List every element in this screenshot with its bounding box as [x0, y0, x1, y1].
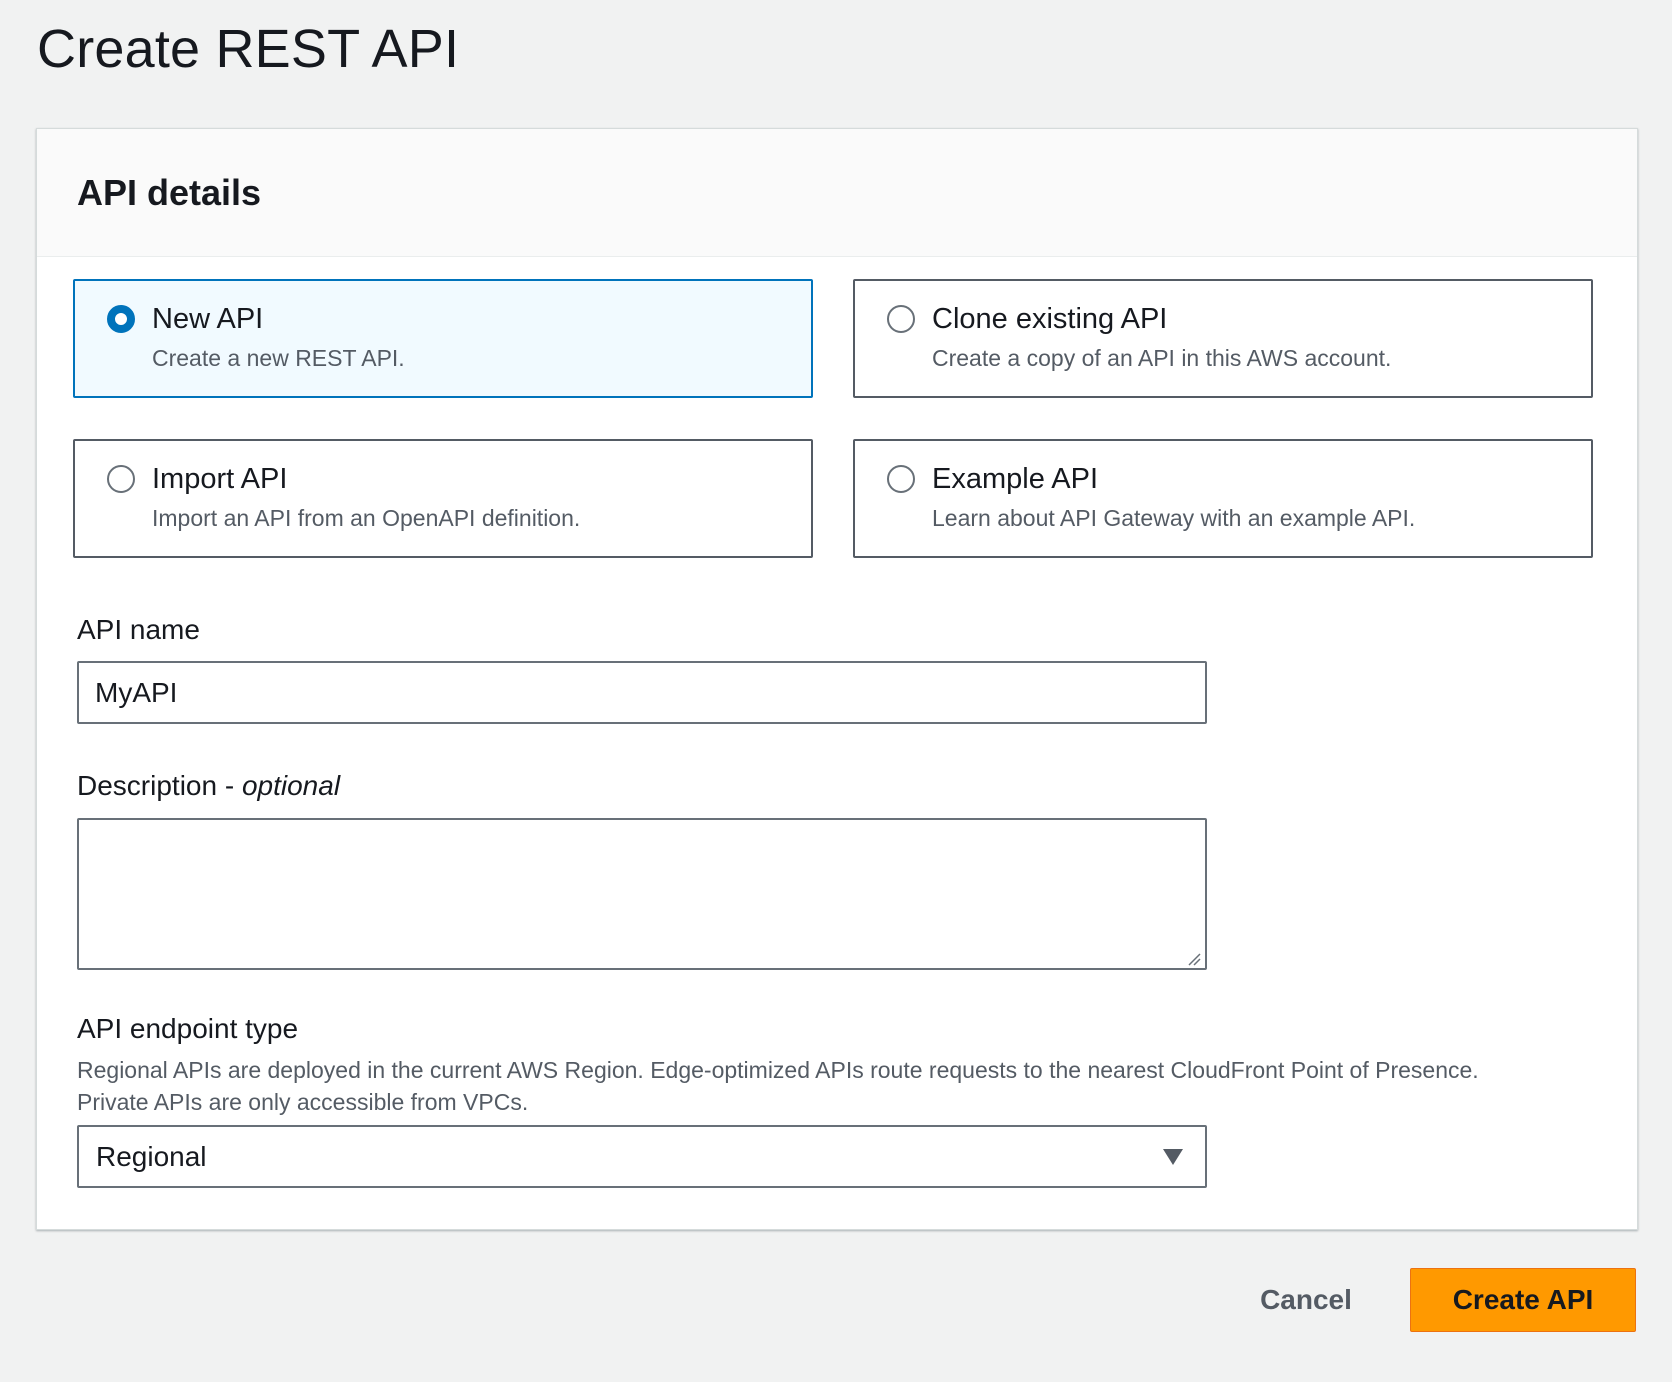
endpoint-type-help: Regional APIs are deployed in the curren…: [77, 1054, 1577, 1118]
optional-tag: optional: [241, 770, 341, 801]
option-title: Clone existing API: [932, 303, 1168, 335]
caret-down-icon: [1163, 1149, 1183, 1165]
option-example-api[interactable]: Example API Learn about API Gateway with…: [853, 439, 1593, 558]
create-api-button[interactable]: Create API: [1410, 1268, 1636, 1332]
option-description: Import an API from an OpenAPI definition…: [152, 505, 581, 531]
option-description: Learn about API Gateway with an example …: [932, 505, 1416, 531]
description-label-text: Description -: [77, 770, 235, 801]
option-title: Example API: [932, 463, 1099, 495]
api-name-label: API name: [77, 614, 200, 645]
page-title: Create REST API: [37, 19, 460, 79]
panel-title: API details: [77, 171, 262, 213]
option-description: Create a new REST API.: [152, 345, 405, 371]
api-details-panel: API details New API Create a new REST AP…: [36, 128, 1638, 1230]
option-import-api[interactable]: Import API Import an API from an OpenAPI…: [73, 439, 813, 558]
option-title: New API: [152, 303, 264, 335]
option-new-api[interactable]: New API Create a new REST API.: [73, 279, 813, 398]
option-description: Create a copy of an API in this AWS acco…: [932, 345, 1392, 371]
option-clone-existing-api[interactable]: Clone existing API Create a copy of an A…: [853, 279, 1593, 398]
panel-header: API details: [37, 129, 1637, 257]
description-label: Description - optional: [77, 770, 340, 802]
radio-new-api[interactable]: [107, 305, 135, 333]
endpoint-help-line: Regional APIs are deployed in the curren…: [77, 1057, 1479, 1083]
radio-clone-existing-api[interactable]: [887, 305, 915, 333]
radio-example-api[interactable]: [887, 465, 915, 493]
resize-handle-icon[interactable]: [1187, 952, 1201, 966]
cancel-button[interactable]: Cancel: [1236, 1268, 1376, 1332]
option-title: Import API: [152, 463, 288, 495]
endpoint-type-label: API endpoint type: [77, 1013, 299, 1044]
endpoint-type-value: Regional: [96, 1141, 207, 1172]
description-textarea[interactable]: [77, 818, 1207, 970]
radio-import-api[interactable]: [107, 465, 135, 493]
endpoint-help-line: Private APIs are only accessible from VP…: [77, 1089, 529, 1115]
api-name-input[interactable]: [77, 661, 1207, 724]
endpoint-type-select[interactable]: Regional: [77, 1125, 1207, 1188]
